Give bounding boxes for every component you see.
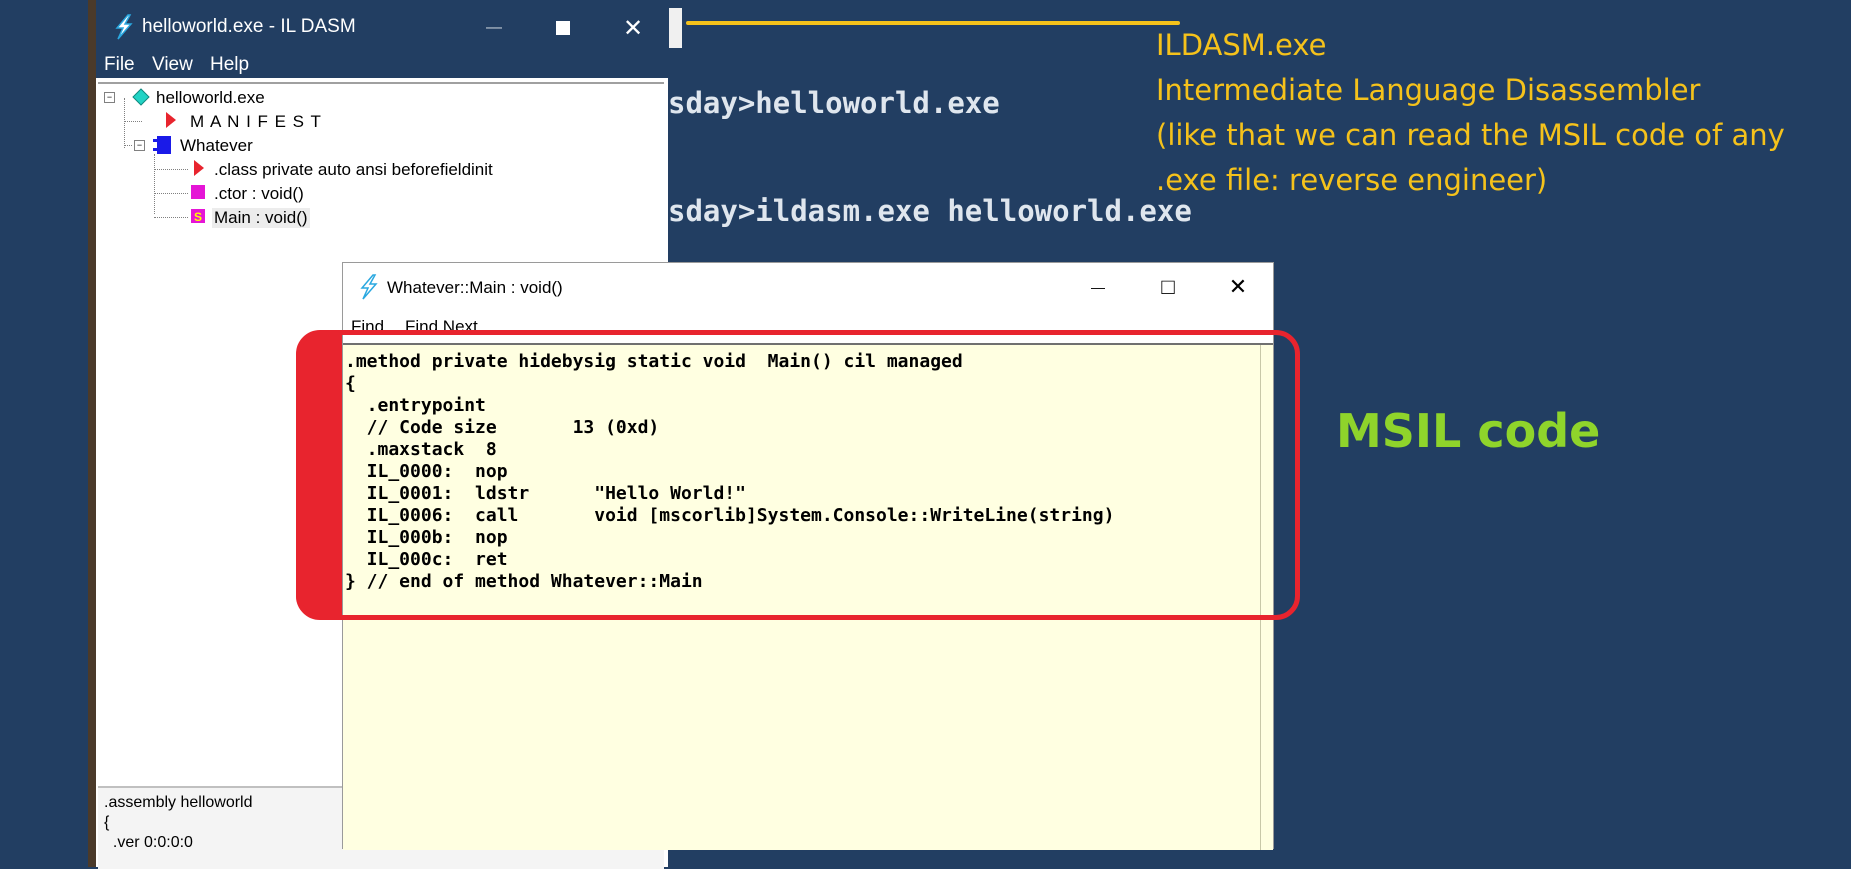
console-command-line-1: sday>helloworld.exe — [668, 86, 1000, 120]
tree-item-helloworld-exe[interactable]: helloworld.exe — [156, 88, 265, 108]
class-icon — [153, 136, 171, 154]
background-strip — [88, 0, 96, 867]
tree-connector — [124, 98, 125, 148]
maximize-icon: □ — [1161, 274, 1175, 299]
tree-connector — [124, 121, 142, 122]
close-button[interactable]: ✕ — [610, 8, 656, 48]
menu-view[interactable]: View — [152, 54, 193, 76]
close-icon: ✕ — [1228, 274, 1248, 299]
ildasm-lightning-icon — [360, 274, 378, 300]
main-menu-bar: File View Help — [96, 52, 668, 78]
info-line-version: .ver 0:0:0:0 — [104, 834, 193, 851]
tree-item-whatever-class[interactable]: Whatever — [180, 136, 253, 156]
manifest-arrow-icon — [166, 112, 176, 128]
tree-item-ctor[interactable]: .ctor : void() — [214, 184, 304, 204]
method-icon — [191, 185, 205, 199]
msil-highlight-box — [296, 330, 1300, 620]
minimize-button[interactable]: — — [471, 8, 517, 48]
console-command-line-2: sday>ildasm.exe helloworld.exe — [668, 194, 1192, 228]
assembly-diamond-icon — [132, 88, 150, 106]
annotation-explanation-cont: .exe file: reverse engineer) — [1156, 163, 1548, 197]
ildasm-lightning-icon — [115, 14, 133, 40]
method-minimize-button[interactable]: — — [1068, 267, 1128, 307]
tree-connector — [124, 145, 132, 146]
class-declaration-arrow-icon — [194, 160, 204, 176]
maximize-icon — [556, 21, 570, 35]
annotation-explanation: (like that we can read the MSIL code of … — [1156, 118, 1785, 152]
method-maximize-button[interactable]: □ — [1138, 267, 1198, 307]
expander-whatever[interactable]: − — [134, 140, 145, 151]
pointer-line — [686, 21, 1180, 25]
menu-help[interactable]: Help — [210, 54, 249, 76]
menu-file[interactable]: File — [104, 54, 135, 76]
info-line-brace: { — [104, 814, 110, 831]
annotation-description: Intermediate Language Disassembler — [1156, 73, 1701, 107]
info-line-assembly: .assembly helloworld — [104, 794, 253, 811]
method-window-title: Whatever::Main : void() — [387, 278, 563, 297]
method-close-button[interactable]: ✕ — [1208, 267, 1268, 307]
msil-code-label: MSIL code — [1336, 404, 1601, 458]
expander-root[interactable]: − — [104, 92, 115, 103]
static-method-icon: S — [191, 209, 205, 224]
svg-text:S: S — [194, 210, 202, 224]
close-icon: ✕ — [622, 14, 644, 42]
method-title-bar[interactable]: Whatever::Main : void() — □ ✕ — [343, 263, 1273, 311]
tree-connector — [154, 169, 188, 170]
maximize-button[interactable] — [540, 8, 586, 48]
tree-item-manifest[interactable]: M A N I F E S T — [190, 112, 322, 132]
tree-connector — [154, 217, 188, 218]
tree-connector — [154, 193, 188, 194]
main-title-bar[interactable]: helloworld.exe - IL DASM — ✕ — [96, 0, 668, 56]
annotation-ildasm: ILDASM.exe — [1156, 28, 1327, 62]
main-window-title: helloworld.exe - IL DASM — [142, 16, 356, 37]
minimize-icon: — — [1091, 279, 1105, 295]
terminal-scroll-thumb[interactable] — [669, 8, 682, 48]
tree-connector — [154, 154, 155, 214]
tree-item-class-declaration[interactable]: .class private auto ansi beforefieldinit — [214, 160, 493, 180]
minimize-icon: — — [486, 19, 502, 36]
tree-item-main[interactable]: Main : void() — [212, 208, 310, 228]
